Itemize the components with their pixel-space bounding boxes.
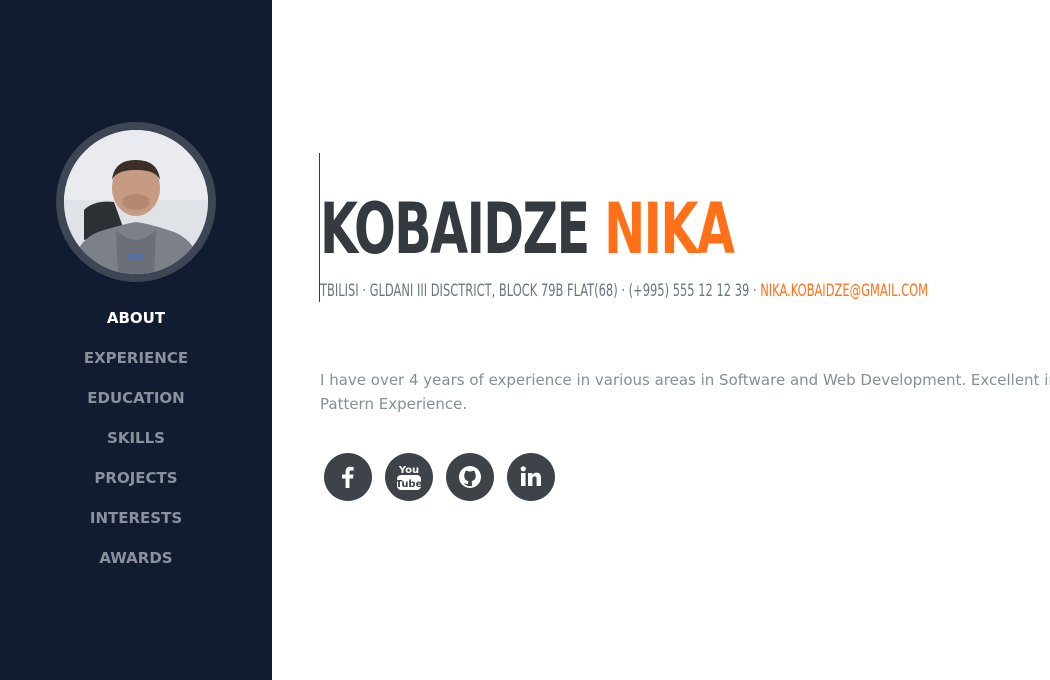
facebook-icon	[335, 464, 361, 490]
first-name: KOBAIDZE	[320, 188, 590, 270]
linkedin-icon	[518, 464, 544, 490]
contact-info: TBILISI · GLDANI III DISCTRICT, BLOCK 79…	[320, 279, 928, 303]
sidebar: ABOUT EXPERIENCE EDUCATION SKILLS PROJEC…	[0, 0, 272, 680]
nav-item-interests[interactable]: INTERESTS	[0, 504, 272, 544]
main-content: KOBAIDZE NIKA TBILISI · GLDANI III DISCT…	[272, 0, 1050, 680]
social-links: You Tube	[324, 453, 555, 501]
last-name: NIKA	[604, 188, 735, 270]
nav-item-experience[interactable]: EXPERIENCE	[0, 344, 272, 384]
nav-item-education[interactable]: EDUCATION	[0, 384, 272, 424]
github-button[interactable]	[446, 453, 494, 501]
svg-text:Tube: Tube	[396, 479, 423, 490]
sidebar-nav: ABOUT EXPERIENCE EDUCATION SKILLS PROJEC…	[0, 304, 272, 584]
linkedin-button[interactable]	[507, 453, 555, 501]
avatar	[56, 122, 216, 282]
nav-item-awards[interactable]: AWARDS	[0, 544, 272, 584]
youtube-button[interactable]: You Tube	[385, 453, 433, 501]
email-link[interactable]: NIKA.KOBAIDZE@GMAIL.COM	[760, 281, 928, 301]
avatar-photo	[64, 130, 208, 274]
youtube-icon: You Tube	[395, 462, 423, 492]
page-title: KOBAIDZE NIKA	[320, 184, 735, 274]
contact-text: TBILISI · GLDANI III DISCTRICT, BLOCK 79…	[320, 281, 761, 301]
svg-text:You: You	[398, 465, 419, 476]
bio-text: I have over 4 years of experience in var…	[320, 371, 1050, 413]
nav-item-projects[interactable]: PROJECTS	[0, 464, 272, 504]
facebook-button[interactable]	[324, 453, 372, 501]
github-icon	[457, 464, 483, 490]
nav-item-skills[interactable]: SKILLS	[0, 424, 272, 464]
nav-item-about[interactable]: ABOUT	[0, 304, 272, 344]
